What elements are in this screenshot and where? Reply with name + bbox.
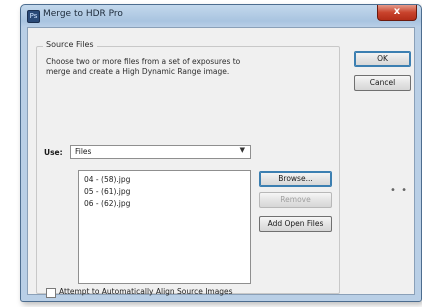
add-open-files-button[interactable]: Add Open Files bbox=[259, 216, 332, 232]
remove-button[interactable]: Remove bbox=[259, 192, 332, 208]
source-files-group: Source Files Choose two or more files fr… bbox=[36, 40, 340, 298]
source-files-description: Choose two or more files from a set of e… bbox=[46, 57, 316, 77]
use-dropdown[interactable]: Files ▼ bbox=[70, 145, 251, 159]
use-dropdown-value: Files bbox=[75, 147, 92, 156]
chevron-down-icon: ▼ bbox=[239, 146, 245, 154]
use-label: Use: bbox=[44, 148, 63, 157]
dialog-body: Source Files Choose two or more files fr… bbox=[27, 27, 415, 298]
source-files-legend: Source Files bbox=[43, 40, 97, 49]
close-button[interactable]: x bbox=[377, 5, 417, 21]
file-list-item[interactable]: 04 - (58).jpg bbox=[84, 175, 130, 184]
photoshop-app-icon: Ps bbox=[27, 10, 40, 23]
file-list-item[interactable]: 06 - (62).jpg bbox=[84, 199, 130, 208]
more-indicator: • • bbox=[390, 185, 408, 196]
ok-button[interactable]: OK bbox=[354, 51, 411, 67]
file-list-item[interactable]: 05 - (61).jpg bbox=[84, 187, 130, 196]
file-list[interactable]: 04 - (58).jpg 05 - (61).jpg 06 - (62).jp… bbox=[78, 170, 251, 284]
description-line-1: Choose two or more files from a set of e… bbox=[46, 57, 241, 66]
description-line-2: merge and create a High Dynamic Range im… bbox=[46, 67, 230, 76]
merge-to-hdr-dialog: Ps Merge to HDR Pro x Source Files Choos… bbox=[20, 4, 422, 302]
align-images-checkbox[interactable] bbox=[46, 288, 56, 298]
window-title: Merge to HDR Pro bbox=[43, 9, 123, 19]
title-bar[interactable]: Ps Merge to HDR Pro x bbox=[21, 5, 421, 27]
browse-button[interactable]: Browse... bbox=[259, 171, 332, 187]
cancel-button[interactable]: Cancel bbox=[354, 75, 411, 91]
align-images-label: Attempt to Automatically Align Source Im… bbox=[59, 287, 233, 296]
